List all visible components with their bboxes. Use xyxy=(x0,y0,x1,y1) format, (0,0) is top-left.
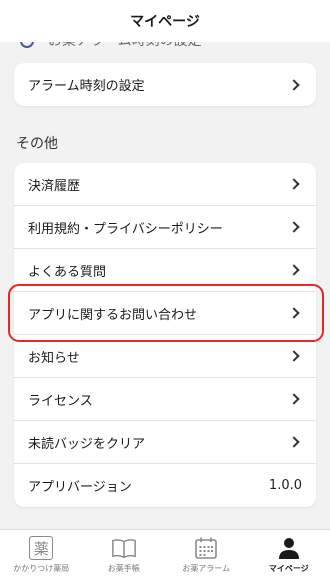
chevron-right-icon xyxy=(288,221,300,233)
menu-item-label: 未読バッジをクリア xyxy=(28,436,146,452)
tab-pharmacy[interactable]: 薬 かかりつけ薬局 xyxy=(0,530,83,579)
tab-medication-alarm[interactable]: お薬アラーム xyxy=(165,530,248,579)
page-title: マイページ xyxy=(130,14,200,30)
menu-item-license[interactable]: ライセンス xyxy=(14,378,316,421)
tab-label: お薬手帳 xyxy=(107,564,140,573)
menu-item-clear-badge[interactable]: 未読バッジをクリア xyxy=(14,421,316,464)
app-version-value: 1.0.0 xyxy=(268,478,302,493)
menu-item-label: よくある質問 xyxy=(28,264,107,280)
tab-bar: 薬 かかりつけ薬局 お薬手帳 お薬アラーム マイページ xyxy=(0,529,330,579)
pharmacy-icon: 薬 xyxy=(28,536,54,560)
calendar-icon xyxy=(193,536,219,560)
alarm-card: アラーム時刻の設定 xyxy=(14,63,316,106)
menu-item-label: アプリバージョン xyxy=(28,480,132,495)
alarm-time-setting-row[interactable]: アラーム時刻の設定 xyxy=(14,63,316,106)
chevron-right-icon xyxy=(288,264,300,276)
chevron-right-icon xyxy=(288,78,300,91)
menu-item-terms-privacy[interactable]: 利用規約・プライバシーポリシー xyxy=(14,206,316,249)
chevron-right-icon xyxy=(288,178,300,190)
tab-label: マイページ xyxy=(268,564,309,573)
highlight-outline xyxy=(8,284,324,342)
section-title-other: その他 xyxy=(16,136,58,152)
tab-medication-notebook[interactable]: お薬手帳 xyxy=(83,530,166,579)
tab-label: かかりつけ薬局 xyxy=(13,564,70,573)
chevron-right-icon xyxy=(288,350,300,362)
person-icon xyxy=(276,536,302,560)
nav-header: マイページ xyxy=(0,0,330,42)
menu-item-label: 利用規約・プライバシーポリシー xyxy=(28,221,223,237)
book-icon xyxy=(111,536,137,560)
menu-item-app-version: アプリバージョン 1.0.0 xyxy=(14,464,316,507)
menu-item-label: お知らせ xyxy=(28,350,80,366)
menu-item-label: 決済履歴 xyxy=(28,178,81,194)
menu-item-payment-history[interactable]: 決済履歴 xyxy=(14,163,316,206)
tab-mypage[interactable]: マイページ xyxy=(248,530,330,579)
chevron-right-icon xyxy=(288,436,300,448)
alarm-time-setting-label: アラーム時刻の設定 xyxy=(28,79,145,94)
menu-item-label: ライセンス xyxy=(28,393,93,409)
chevron-right-icon xyxy=(288,393,300,405)
tab-label: お薬アラーム xyxy=(182,564,231,573)
